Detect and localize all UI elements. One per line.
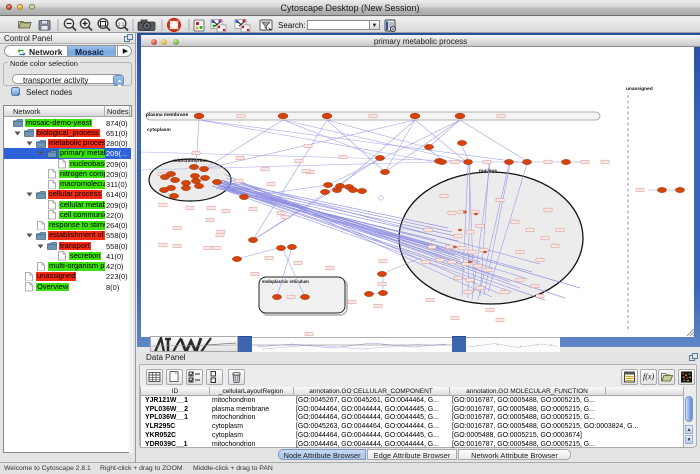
svg-text:plasma membrane: plasma membrane	[146, 112, 188, 118]
svg-text:endoplasmic reticulum: endoplasmic reticulum	[262, 279, 309, 284]
svg-text:1:1: 1:1	[118, 22, 125, 27]
svg-text:unassigned: unassigned	[626, 86, 653, 92]
svg-text:mitochondrion: mitochondrion	[173, 158, 207, 164]
svg-text:cytoplasm: cytoplasm	[147, 127, 171, 133]
